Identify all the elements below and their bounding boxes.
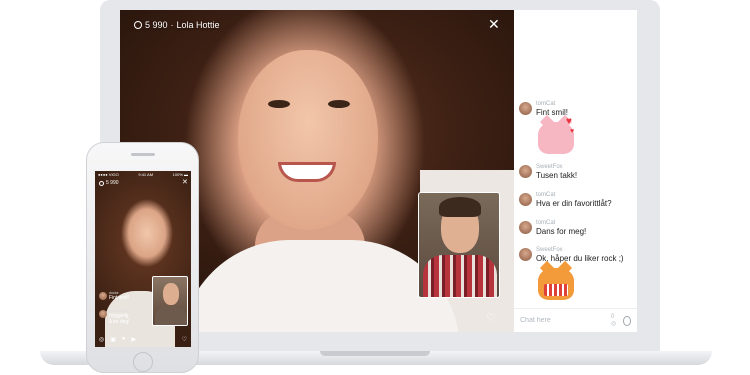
chat-message: tomCat Hva er din favorittlåt? (519, 191, 612, 209)
phone-device: ●●●● VIGO 9:41 AM 100% ▬ 5 990 ✕ doctor … (86, 142, 199, 373)
heart-icon[interactable]: ♡ (486, 311, 496, 324)
avatar[interactable] (519, 165, 532, 178)
avatar[interactable] (519, 221, 532, 234)
phone-coin-count: 5 990 (106, 180, 119, 186)
emoji-icon[interactable] (623, 315, 631, 326)
self-view-shirt (423, 255, 497, 297)
phone-chat-text: Fint smil! (109, 295, 129, 301)
phone-toolbar: ◎ ▣ ● ▶ ♡ (99, 336, 187, 343)
title-separator: · (170, 20, 174, 30)
coin-icon (134, 21, 142, 29)
mic-icon[interactable]: ● (122, 336, 126, 343)
coin-count: 5 990 (145, 20, 168, 30)
phone-self-view-face (163, 283, 179, 305)
chat-username[interactable]: SweetFox (536, 163, 577, 171)
chat-text: Hva er din favorittlåt? (536, 199, 612, 208)
chat-message: SweetFox Ok, håper du liker rock ;) (519, 246, 624, 264)
chat-username[interactable]: tomCat (536, 100, 568, 108)
camera-icon[interactable]: ◎ (99, 336, 104, 343)
carrier-signal: ●●●● VIGO (98, 172, 119, 177)
avatar[interactable] (99, 310, 107, 318)
phone-chat-message: paradewgirl Hyggelig å se deg! (99, 309, 130, 325)
chat-input-bar: 0 ◎ (514, 308, 637, 332)
phone-status-bar: ●●●● VIGO 9:41 AM 100% ▬ (98, 172, 188, 177)
chat-input[interactable] (520, 317, 611, 324)
heart-sticker-icon: ♥ (570, 128, 575, 135)
coin-balance[interactable]: 0 ◎ (611, 314, 618, 327)
promo-stage: 5 990 · Lola Hottie ✕ ♡ tomCat Fint smil… (0, 0, 750, 375)
self-view-camera[interactable] (418, 192, 500, 298)
phone-self-view-shirt (155, 307, 187, 325)
chat-panel: tomCat Fint smil! ♥ ♥ SweetFox Tusen tak… (514, 10, 637, 332)
phone-screen: ●●●● VIGO 9:41 AM 100% ▬ 5 990 ✕ doctor … (95, 171, 191, 347)
status-time: 9:41 AM (138, 172, 154, 177)
close-icon[interactable]: ✕ (182, 178, 188, 186)
heart-icon[interactable]: ♡ (182, 336, 187, 343)
chat-username[interactable]: tomCat (536, 219, 586, 227)
video-icon[interactable]: ▣ (110, 336, 116, 343)
chat-text: Tusen takk! (536, 171, 578, 180)
phone-stream-header: 5 990 (99, 180, 119, 186)
chat-message: tomCat Fint smil! (519, 100, 568, 118)
chat-username[interactable]: SweetFox (536, 246, 624, 254)
accordion-icon (544, 284, 568, 296)
phone-self-view[interactable] (152, 276, 188, 326)
avatar[interactable] (519, 248, 532, 261)
video-streamer-eye (328, 100, 350, 108)
chat-text: Dans for meg! (536, 227, 587, 236)
phone-chat-message: doctor Fint smil! (99, 291, 129, 301)
close-icon[interactable]: ✕ (488, 17, 500, 31)
battery-indicator: 100% ▬ (172, 172, 188, 177)
send-icon[interactable]: ▶ (132, 336, 137, 343)
host-name[interactable]: Lola Hottie (177, 20, 220, 30)
phone-chat-text: å se deg! (109, 319, 130, 325)
avatar[interactable] (99, 292, 107, 300)
avatar[interactable] (519, 193, 532, 206)
coin-icon (99, 180, 104, 186)
video-streamer-eye (268, 100, 290, 108)
chat-message: SweetFox Tusen takk! (519, 163, 577, 181)
self-view-hair (439, 197, 481, 217)
video-streamer-face (238, 50, 378, 230)
stream-header: 5 990 · Lola Hottie (134, 20, 220, 30)
chat-username[interactable]: tomCat (536, 191, 612, 199)
laptop-notch (320, 351, 430, 356)
heart-sticker-icon: ♥ (566, 116, 572, 127)
phone-home-button (133, 352, 153, 372)
cat-sticker-accordion (538, 268, 574, 300)
chat-message: tomCat Dans for meg! (519, 219, 586, 237)
avatar[interactable] (519, 102, 532, 115)
phone-speaker (131, 153, 155, 156)
